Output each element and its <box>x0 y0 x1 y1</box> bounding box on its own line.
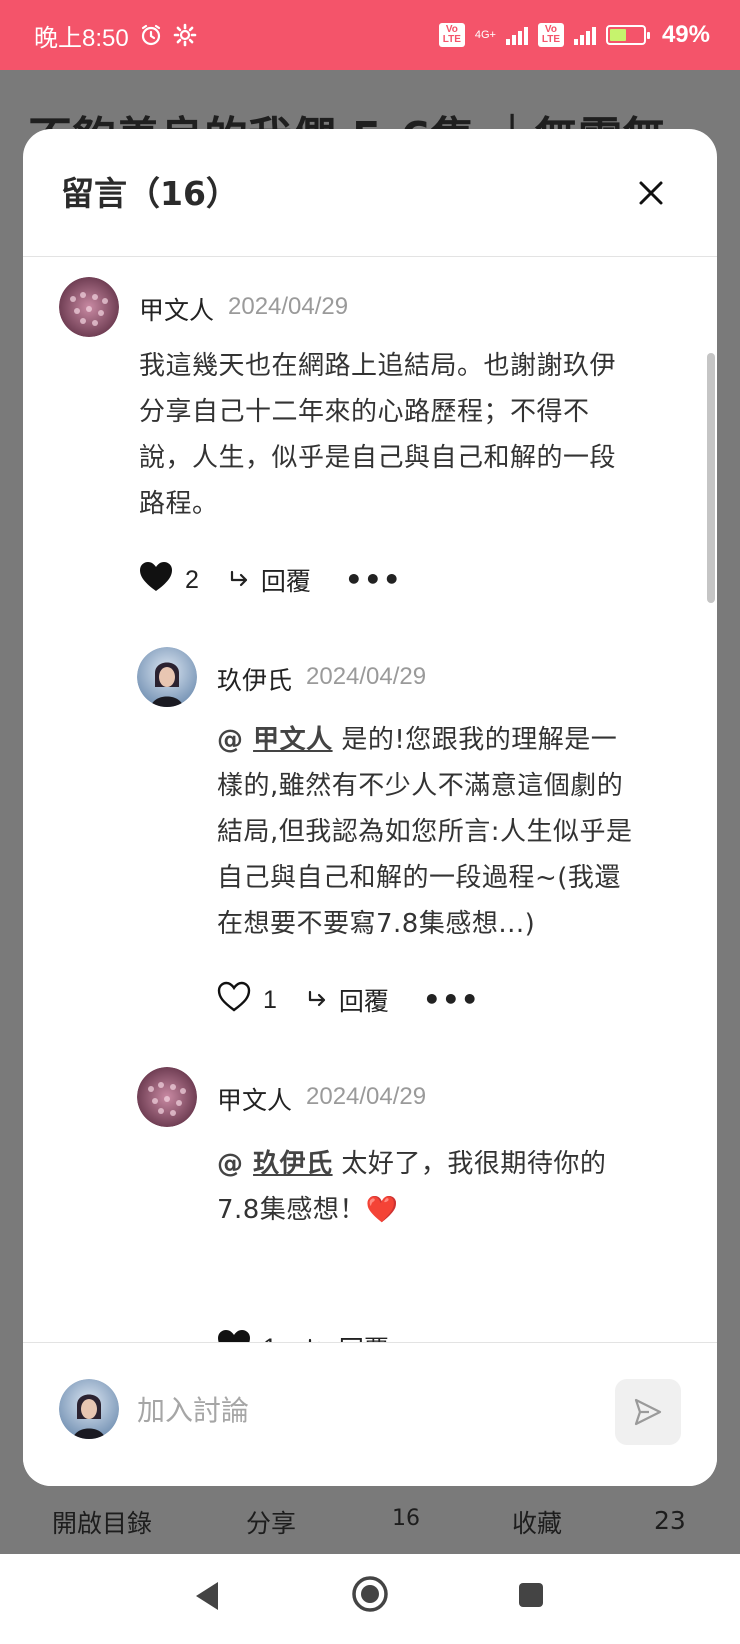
avatar[interactable] <box>137 647 197 707</box>
reply-label: 回覆 <box>260 567 311 596</box>
article-bottom-bar: 開啟目錄 分享 16 收藏 23 <box>0 1486 740 1554</box>
comment-input[interactable]: 加入討論 <box>137 1389 249 1429</box>
avatar[interactable] <box>137 1067 197 1127</box>
comments-title: 留言（16） <box>61 174 239 213</box>
mention-at: @ <box>217 1149 254 1179</box>
reply-comment: 玖伊氏 2024/04/29 @ 甲文人 是的!您跟我的理解是一樣的,雖然有不少… <box>23 637 717 1057</box>
comment-body: 是的!您跟我的理解是一樣的,雖然有不少人不滿意這個劇的結局,但我認為如您所言:人… <box>217 725 633 939</box>
more-options-icon[interactable]: ••• <box>423 986 480 1014</box>
comments-sheet: 留言（16） 甲文人 2024/04/29 我這幾天也在網路上追結局。也謝謝玖伊… <box>23 129 717 1486</box>
alarm-icon <box>139 23 163 47</box>
comment-date: 2024/04/29 <box>306 663 427 690</box>
status-bar: 晚上8:50 Vo LTE 4G+ Vo LTE 49% <box>0 0 740 70</box>
share-button[interactable]: 分享 <box>246 1504 296 1540</box>
battery-icon <box>605 25 650 45</box>
volte-icon: Vo LTE <box>438 23 465 47</box>
reply-icon <box>308 990 326 1007</box>
system-nav-bar <box>0 1554 740 1644</box>
heart-outline-icon[interactable] <box>217 981 251 1019</box>
comment: 甲文人 2024/04/29 我這幾天也在網路上追結局。也謝謝玖伊分享自己十二年… <box>23 257 717 637</box>
back-icon <box>196 1582 218 1610</box>
volte-icon-2: Vo LTE <box>537 23 564 47</box>
comment-composer: 加入討論 <box>23 1342 717 1486</box>
more-options-icon[interactable]: ••• <box>345 566 402 594</box>
comment-author[interactable]: 甲文人 <box>217 1081 292 1117</box>
like-count: 1 <box>263 1334 277 1343</box>
send-button[interactable] <box>615 1379 681 1445</box>
comment-actions: 1 回覆 <box>217 1329 423 1342</box>
comments-list[interactable]: 甲文人 2024/04/29 我這幾天也在網路上追結局。也謝謝玖伊分享自己十二年… <box>23 257 717 1342</box>
reply-button[interactable]: 回覆 <box>229 562 311 598</box>
home-icon <box>352 1576 388 1612</box>
my-avatar <box>59 1379 119 1439</box>
home-button[interactable] <box>350 1574 390 1618</box>
comment-date: 2024/04/29 <box>306 1083 427 1110</box>
toc-button[interactable]: 開啟目錄 <box>52 1504 152 1540</box>
like-count: 1 <box>263 985 277 1014</box>
reply-button[interactable]: 回覆 <box>307 982 389 1018</box>
network-type: 4G+ <box>474 28 496 41</box>
heart-filled-icon[interactable] <box>139 561 173 599</box>
recents-button[interactable] <box>516 1580 546 1614</box>
comment-author[interactable]: 甲文人 <box>139 291 214 327</box>
reply-label: 回覆 <box>338 987 389 1016</box>
clock: 晚上8:50 <box>34 24 129 52</box>
save-button[interactable]: 收藏 <box>512 1504 562 1540</box>
comment-author[interactable]: 玖伊氏 <box>217 661 292 697</box>
recents-icon <box>519 1583 543 1607</box>
comment-text: @ 甲文人 是的!您跟我的理解是一樣的,雖然有不少人不滿意這個劇的結局,但我認為… <box>217 717 637 947</box>
like-count: 2 <box>185 565 199 594</box>
mention-link[interactable]: 甲文人 <box>253 725 333 755</box>
reply-icon <box>230 570 248 587</box>
heart-filled-icon[interactable] <box>217 1329 251 1342</box>
avatar[interactable] <box>59 277 119 337</box>
comment-text: 我這幾天也在網路上追結局。也謝謝玖伊分享自己十二年來的心路歷程；不得不說，人生，… <box>139 351 617 519</box>
comment-actions: 1 回覆 ••• <box>217 981 480 1019</box>
reply-button[interactable]: 回覆 <box>307 1330 389 1342</box>
settings-icon <box>173 23 197 47</box>
reply-comment: 甲文人 2024/04/29 @ 玖伊氏 太好了，我很期待你的7.8集感想！❤️… <box>23 1057 717 1342</box>
signal-icon-2 <box>573 25 596 45</box>
comment-text: @ 玖伊氏 太好了，我很期待你的7.8集感想！❤️ <box>217 1141 637 1233</box>
back-button[interactable] <box>192 1578 222 1618</box>
battery-level: 49% <box>661 21 710 48</box>
comment-date: 2024/04/29 <box>228 293 349 320</box>
close-icon <box>639 181 663 205</box>
send-icon <box>634 1398 662 1426</box>
signal-icon <box>505 25 528 45</box>
comment-count[interactable]: 16 <box>392 1506 420 1531</box>
save-count: 23 <box>654 1506 686 1535</box>
sheet-header: 留言（16） <box>23 129 717 257</box>
mention-link[interactable]: 玖伊氏 <box>253 1149 333 1179</box>
mention-at: @ <box>217 725 254 755</box>
reply-label: 回覆 <box>339 1330 389 1342</box>
comment-actions: 2 回覆 ••• <box>139 561 402 599</box>
close-button[interactable] <box>635 177 667 209</box>
